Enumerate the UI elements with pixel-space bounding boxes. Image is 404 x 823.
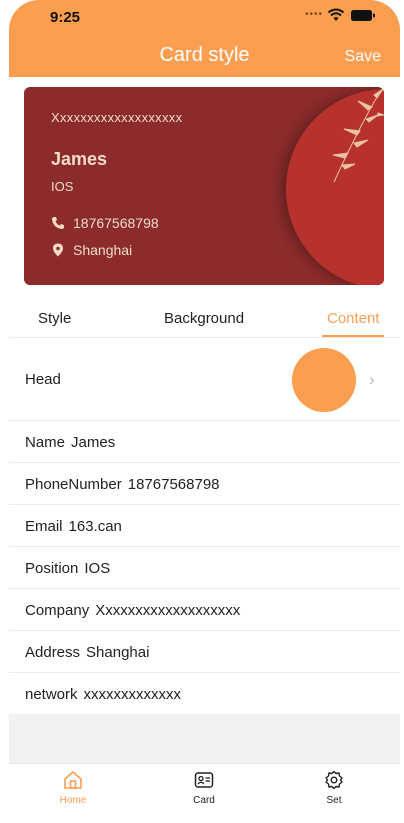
avatar[interactable] — [292, 348, 356, 412]
tab-style[interactable]: Style — [38, 310, 71, 327]
header: 9:25 •••• Card style Save — [9, 0, 400, 77]
save-button[interactable]: Save — [345, 48, 381, 66]
field-row-name[interactable]: Name James — [9, 421, 400, 463]
phone-icon — [52, 217, 64, 229]
tabbar-label-home: Home — [59, 795, 87, 806]
field-label: Name — [25, 434, 66, 451]
field-label: Email — [25, 518, 63, 535]
content-footer-space — [9, 715, 400, 763]
field-label: Address — [25, 644, 81, 661]
head-label: Head — [25, 371, 61, 388]
field-row-phone[interactable]: PhoneNumber 18767568798 — [9, 463, 400, 505]
app-screen: 9:25 •••• Card style Save Xxxxxxxxxxxxxx… — [9, 0, 400, 823]
field-label: network — [25, 686, 78, 703]
bamboo-leaves-icon — [332, 88, 384, 183]
head-row[interactable]: Head › — [9, 339, 400, 421]
tab-background[interactable]: Background — [164, 310, 244, 327]
signal-icon: •••• — [305, 9, 324, 20]
field-value: xxxxxxxxxxxxx — [83, 686, 182, 703]
field-value: Shanghai — [86, 644, 150, 661]
tabbar-item-card[interactable]: Card — [169, 770, 239, 806]
field-text: network xxxxxxxxxxxxx — [25, 686, 181, 703]
tabbar-label-set: Set — [326, 795, 342, 806]
card-icon — [194, 772, 214, 788]
field-value: 163.can — [68, 518, 122, 535]
field-text: Email 163.can — [25, 518, 122, 535]
tab-content[interactable]: Content — [327, 310, 380, 327]
card-phone-row: 18767568798 — [51, 215, 159, 231]
field-text: Name James — [25, 434, 115, 451]
tabbar-item-home[interactable]: Home — [38, 770, 108, 806]
field-row-email[interactable]: Email 163.can — [9, 505, 400, 547]
field-row-position[interactable]: Position IOS — [9, 547, 400, 589]
card-phone: 18767568798 — [73, 215, 159, 231]
card-address: Shanghai — [73, 242, 133, 258]
field-value: IOS — [84, 560, 111, 577]
card-company: Xxxxxxxxxxxxxxxxxxx — [51, 110, 183, 125]
field-row-network[interactable]: network xxxxxxxxxxxxx — [9, 673, 400, 715]
field-value: Xxxxxxxxxxxxxxxxxxx — [95, 602, 241, 619]
field-label: Company — [25, 602, 90, 619]
field-text: Position IOS — [25, 560, 110, 577]
editor-tabs: Style Background Content — [9, 298, 400, 338]
business-card-preview: Xxxxxxxxxxxxxxxxxxx James IOS 1876756879… — [24, 87, 384, 285]
home-icon — [64, 771, 82, 789]
active-tab-indicator — [322, 335, 384, 337]
field-text: Company Xxxxxxxxxxxxxxxxxxx — [25, 602, 240, 619]
status-time: 9:25 — [50, 9, 81, 26]
battery-icon — [351, 10, 375, 21]
field-label: Position — [25, 560, 79, 577]
tabbar-item-set[interactable]: Set — [299, 770, 369, 806]
chevron-right-icon: › — [369, 370, 375, 389]
page-title: Card style — [159, 44, 250, 66]
field-row-company[interactable]: Company Xxxxxxxxxxxxxxxxxxx — [9, 589, 400, 631]
tabbar-label-card: Card — [193, 795, 215, 806]
card-name: James — [51, 149, 108, 169]
card-position: IOS — [51, 179, 74, 194]
gear-icon — [325, 770, 343, 790]
field-value: 18767568798 — [127, 476, 220, 493]
field-value: James — [71, 434, 116, 451]
bottom-tab-bar: Home Card Set — [9, 763, 400, 823]
wifi-icon — [328, 8, 344, 21]
field-label: PhoneNumber — [25, 476, 122, 493]
location-pin-icon — [53, 243, 63, 257]
field-text: PhoneNumber 18767568798 — [25, 476, 220, 493]
field-text: Address Shanghai — [25, 644, 149, 661]
card-address-row: Shanghai — [51, 242, 132, 258]
field-row-address[interactable]: Address Shanghai — [9, 631, 400, 673]
